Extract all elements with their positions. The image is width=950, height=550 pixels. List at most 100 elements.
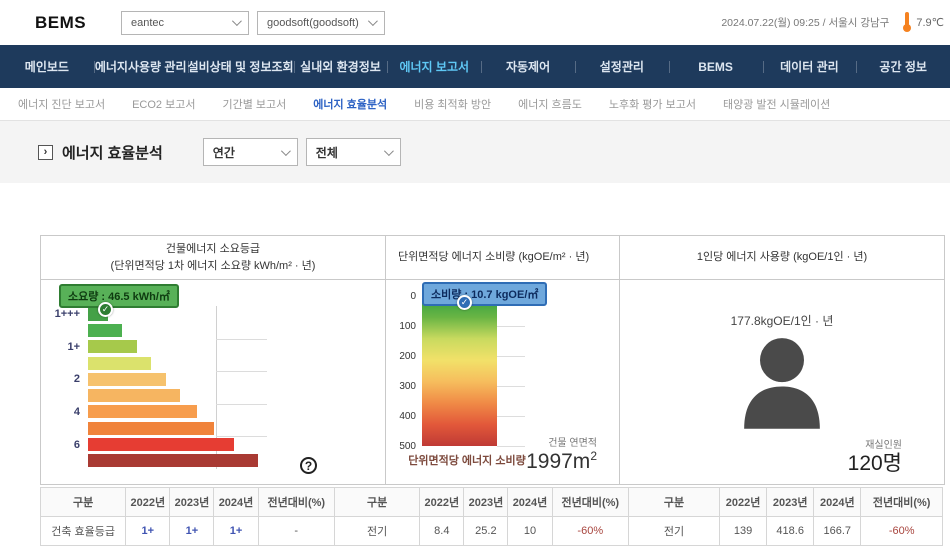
period-select[interactable]: 연간	[203, 138, 298, 166]
grade-bar-5	[88, 422, 214, 435]
grade-marker-check-icon	[98, 302, 113, 317]
column-header: 전년대비(%)	[552, 488, 628, 517]
nav-item-5[interactable]: 자동제어	[481, 45, 575, 88]
grade-bar-track	[88, 389, 258, 402]
scope-select[interactable]: 전체	[306, 138, 401, 166]
grade-row-1+++: 1+++	[41, 306, 258, 322]
cell-value: 10	[508, 517, 552, 546]
subnav-item-4[interactable]: 비용 최적화 방안	[414, 96, 491, 112]
subnav-item-1[interactable]: ECO2 보고서	[132, 96, 195, 112]
grade-bar-track	[88, 438, 258, 451]
building-area: 건물 연면적 1997m2	[526, 434, 597, 474]
grade-bar-1++	[88, 324, 122, 337]
nav-item-0[interactable]: 메인보드	[0, 45, 94, 88]
grade-bar-track	[88, 308, 258, 321]
nav-item-1[interactable]: 에너지사용량 관리	[94, 45, 188, 88]
cell-value: 418.6	[767, 517, 814, 546]
panel-area-consumption: 단위면적당 에너지 소비량 (kgOE/m² · 년) 소비량 : 10.7 k…	[385, 236, 619, 484]
nav-item-8[interactable]: 데이터 관리	[763, 45, 857, 88]
nav-item-6[interactable]: 설정관리	[575, 45, 669, 88]
row-label: 건축 효율등급	[41, 517, 126, 546]
column-header: 2024년	[814, 488, 861, 517]
nav-item-7[interactable]: BEMS	[669, 45, 763, 88]
grade-bar-track	[88, 373, 258, 386]
subnav-item-6[interactable]: 노후화 평가 보고서	[609, 96, 696, 112]
nav-item-9[interactable]: 공간 정보	[856, 45, 950, 88]
grade-row-1	[41, 355, 258, 371]
grade-axis-label: 6	[41, 439, 88, 451]
chevron-down-icon	[232, 16, 242, 26]
gauge-grid-line	[497, 446, 525, 447]
gauge-tick-label: 400	[392, 411, 416, 422]
panel-header: 건물에너지 소요등급 (단위면적당 1차 에너지 소요량 kWh/m² · 년)	[41, 236, 385, 280]
per-person-value: 177.8kgOE/1인 · 년	[620, 312, 944, 329]
gauge-tick-label: 0	[392, 291, 416, 302]
grade-bar-track	[88, 405, 258, 418]
grade-row-2: 2	[41, 371, 258, 387]
building-select[interactable]: goodsoft(goodsoft)	[257, 11, 385, 35]
occupancy-value: 120명	[848, 451, 902, 476]
grade-row-4: 4	[41, 404, 258, 420]
subnav-item-2[interactable]: 기간별 보고서	[222, 96, 286, 112]
summary-table-2: 구분2022년2023년2024년전년대비(%)전기139418.6166.7-…	[628, 487, 943, 546]
page-title: 에너지 효율분석	[62, 142, 163, 163]
grade-bar-track	[88, 454, 258, 467]
column-header: 2022년	[420, 488, 464, 517]
nav-item-2[interactable]: 설비상태 및 정보조회	[188, 45, 294, 88]
cell-value: -60%	[861, 517, 943, 546]
subnav-item-5[interactable]: 에너지 흐름도	[518, 96, 582, 112]
gauge-tick-label: 200	[392, 351, 416, 362]
column-header: 2023년	[464, 488, 508, 517]
sub-nav: 에너지 진단 보고서 ECO2 보고서 기간별 보고서 에너지 효율분석 비용 최적화 …	[0, 88, 950, 121]
grade-row-1+: 1+	[41, 339, 258, 355]
grade-axis-label: 1+	[41, 341, 88, 353]
cell-value: 166.7	[814, 517, 861, 546]
chevron-down-icon	[281, 146, 291, 156]
consumption-gauge: 0100200300400500	[392, 296, 542, 446]
panel-per-person-usage: 1인당 에너지 사용량 (kgOE/1인 · 년) 177.8kgOE/1인 ·…	[619, 236, 944, 484]
nav-item-4[interactable]: 에너지 보고서	[387, 45, 481, 88]
subnav-item-0[interactable]: 에너지 진단 보고서	[18, 96, 105, 112]
summary-table-0: 구분2022년2023년2024년전년대비(%)건축 효율등급1+1+1+-	[40, 487, 335, 546]
cell-value: 1+	[214, 517, 258, 546]
row-label: 전기	[335, 517, 420, 546]
gauge-caption: 단위면적당 에너지 소비량	[386, 452, 548, 468]
site-select[interactable]: eantec	[121, 11, 249, 35]
column-header: 전년대비(%)	[861, 488, 943, 517]
column-header: 2022년	[720, 488, 767, 517]
gauge-tick-label: 500	[392, 441, 416, 452]
gauge-grid-line	[497, 356, 525, 357]
grade-row-1++	[41, 322, 258, 338]
consumption-badge: 소비량 : 10.7 kgOE/㎡	[422, 282, 547, 306]
cell-value: 1+	[126, 517, 170, 546]
gauge-marker-check-icon	[457, 295, 472, 310]
grade-bar-1	[88, 357, 151, 370]
gauge-chart-area: 소비량 : 10.7 kgOE/㎡ 0 100 200 300 400 500 단위면적당…	[386, 280, 619, 484]
column-header: 2024년	[508, 488, 552, 517]
outdoor-temperature: 7.9℃	[916, 16, 944, 29]
building-select-value: goodsoft(goodsoft)	[267, 17, 359, 29]
app-logo: BEMS	[35, 13, 113, 33]
filter-bar: 에너지 효율분석 연간 전체	[0, 121, 950, 183]
gauge-tick-label: 100	[392, 321, 416, 332]
column-header: 2024년	[214, 488, 258, 517]
table-header-row: 구분2022년2023년2024년전년대비(%)	[629, 488, 943, 517]
grade-row-7	[41, 453, 258, 469]
gauge-grid-line	[497, 416, 525, 417]
grade-bar-track	[88, 422, 258, 435]
panel-header: 단위면적당 에너지 소비량 (kgOE/m² · 년)	[386, 236, 619, 280]
grade-bar-2	[88, 373, 166, 386]
help-icon[interactable]: ?	[300, 457, 317, 474]
subnav-item-7[interactable]: 태양광 발전 시뮬레이션	[723, 96, 830, 112]
column-header: 구분	[629, 488, 720, 517]
building-area-label: 건물 연면적	[526, 434, 597, 449]
period-select-value: 연간	[213, 144, 235, 161]
grade-bar-chart: 1+++ 1+ 2 4 6	[41, 306, 258, 469]
gauge-tick-label: 300	[392, 381, 416, 392]
per-person-area: 177.8kgOE/1인 · 년 재실인원 120명	[620, 280, 944, 484]
scope-select-value: 전체	[316, 144, 338, 161]
grade-chart-area: 소요량 : 46.5 kWh/㎡ 1+++1+246 ?	[41, 280, 385, 484]
table-header-row: 구분2022년2023년2024년전년대비(%)	[41, 488, 335, 517]
subnav-item-3[interactable]: 에너지 효율분석	[313, 96, 387, 112]
nav-item-3[interactable]: 실내외 환경정보	[294, 45, 388, 88]
